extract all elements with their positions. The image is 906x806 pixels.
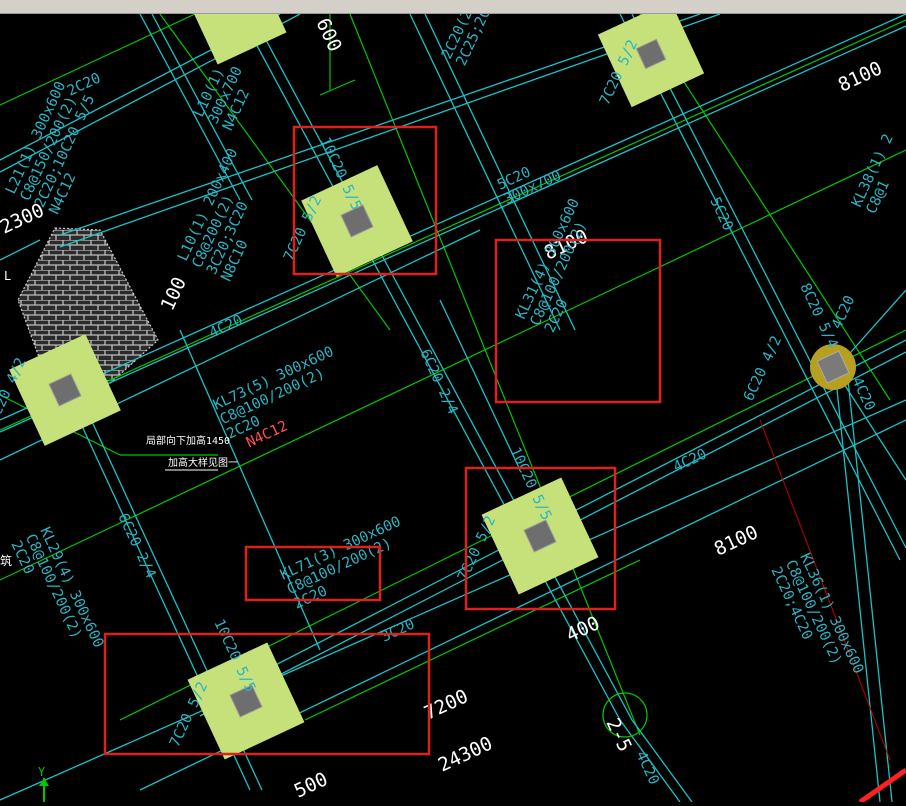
column-pad xyxy=(301,165,413,277)
dim-24300: 24300 xyxy=(435,732,496,776)
left-char: 筑 xyxy=(0,553,12,568)
dim-100: 100 xyxy=(157,274,191,314)
rebar-4c20-right: 4C20 xyxy=(848,375,877,413)
highlight-box-2 xyxy=(494,238,662,404)
svg-text:Y: Y xyxy=(38,765,46,779)
drawing-svg[interactable]: 8100 8100 8100 2300 100 7200 24300 400 5… xyxy=(0,0,906,805)
cad-drawing-canvas[interactable]: 8100 8100 8100 2300 100 7200 24300 400 5… xyxy=(0,0,906,805)
note-cn-2: 加高大样见图一 xyxy=(168,456,238,469)
axis-lines xyxy=(0,13,906,736)
axis-label: 2-5 xyxy=(601,715,635,755)
l-char: L xyxy=(4,269,11,283)
dim-8100-c: 8100 xyxy=(711,521,762,560)
dim-400: 400 xyxy=(563,612,603,646)
rebar-4c20-a: 4C20 xyxy=(207,312,245,341)
window-title-bar xyxy=(0,0,906,14)
dim-600-top: 600 xyxy=(311,15,345,55)
dim-500: 500 xyxy=(291,768,331,802)
rebar-6c20-a: 6C20 2/4 xyxy=(416,347,460,417)
note-cn-1: 局部向下加高1450 xyxy=(146,434,230,447)
red-thick-line xyxy=(858,767,906,805)
column-pad xyxy=(185,0,287,65)
rebar-5c20: 5C20 xyxy=(706,195,735,233)
ucs-icon: Y xyxy=(38,765,49,802)
dim-8100-a: 8100 xyxy=(835,57,886,96)
rebar-6c20-b: 6C20 2/4 xyxy=(114,511,158,581)
